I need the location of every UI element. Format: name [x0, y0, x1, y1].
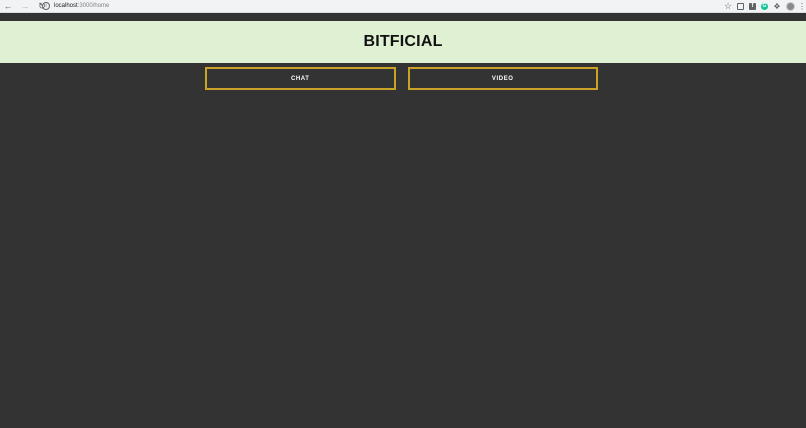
forward-arrow-icon[interactable]: →	[19, 0, 31, 12]
brand-title: BITFICIAL	[363, 33, 443, 50]
grammarly-icon[interactable]: G	[761, 2, 768, 10]
url-path: :3000/home	[77, 3, 110, 9]
menu-icon[interactable]: ⋮	[798, 2, 806, 11]
address-bar[interactable]: i localhost:3000/home	[42, 1, 692, 11]
avatar[interactable]	[786, 1, 795, 11]
site-header: BITFICIAL	[0, 21, 806, 63]
back-arrow-icon[interactable]: ←	[2, 0, 14, 12]
browser-toolbar: ← → ↻ i localhost:3000/home ☆ f G ❖ ⋮	[0, 0, 806, 13]
puzzle-icon[interactable]: ❖	[773, 2, 781, 11]
video-button[interactable]: VIDEO	[407, 67, 598, 90]
url-host: localhost	[54, 3, 78, 9]
facebook-icon[interactable]: f	[749, 2, 756, 10]
chat-button[interactable]: CHAT	[205, 67, 396, 90]
star-icon[interactable]: ☆	[724, 1, 732, 11]
main-nav: CHAT VIDEO	[205, 67, 598, 90]
info-icon[interactable]: i	[42, 2, 50, 10]
browser-extensions: ☆ f G ❖ ⋮	[724, 1, 806, 11]
extension-icon[interactable]	[737, 2, 744, 10]
top-strip	[0, 13, 806, 21]
